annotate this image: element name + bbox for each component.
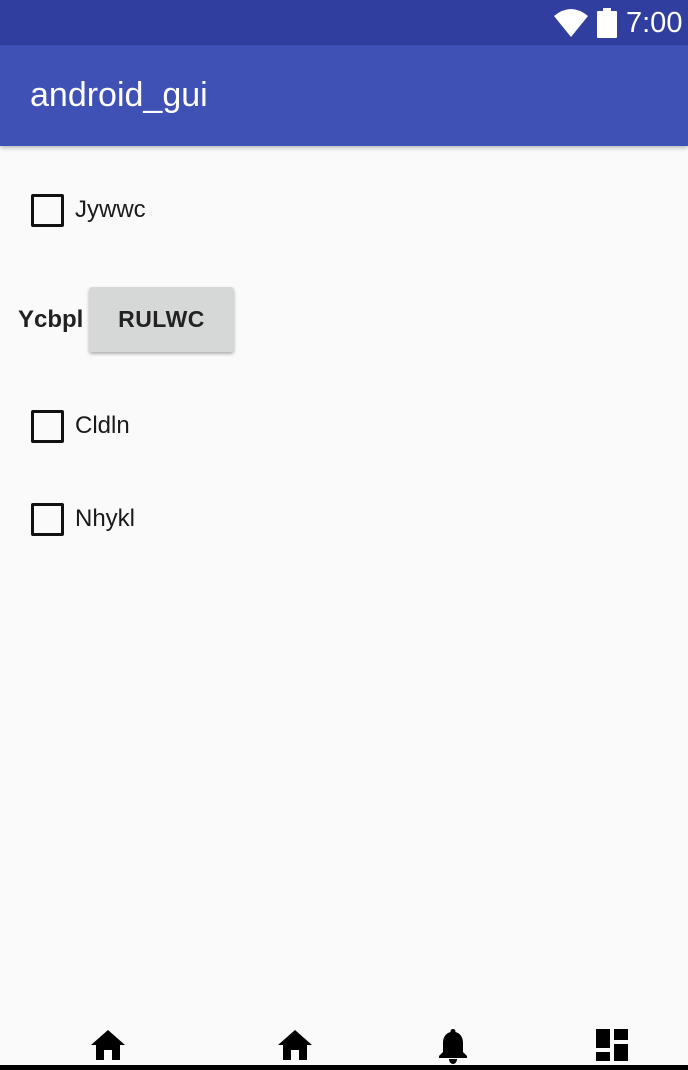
checkbox-jywwc[interactable]: Jywwc <box>22 185 146 235</box>
bottom-nav-bar <box>0 1018 688 1070</box>
status-time: 7:00 <box>626 7 683 39</box>
dashboard-icon[interactable] <box>593 1026 631 1064</box>
status-bar: 7:00 <box>0 0 688 45</box>
checkbox-label: Jywwc <box>75 196 146 223</box>
home-icon[interactable] <box>276 1026 314 1064</box>
checkbox-box[interactable] <box>31 502 64 536</box>
checkbox-label: Cldln <box>75 412 130 439</box>
checkbox-cldln[interactable]: Cldln <box>22 401 130 451</box>
app-bar: android_gui <box>0 45 688 146</box>
app-title: android_gui <box>30 76 208 114</box>
nav-bar-divider <box>0 1065 688 1070</box>
checkbox-nhykl[interactable]: Nhykl <box>22 494 135 544</box>
wifi-icon <box>554 9 588 37</box>
rulwc-button[interactable]: RULWC <box>89 287 234 352</box>
checkbox-label: Nhykl <box>75 505 136 532</box>
home-icon[interactable] <box>89 1026 127 1064</box>
field-label: Ycbpl <box>18 306 84 333</box>
screen: 7:00 android_gui Jywwc Ycbpl RULWC Cldln… <box>0 0 688 1070</box>
checkbox-box[interactable] <box>31 409 64 443</box>
battery-icon <box>597 8 617 38</box>
bell-icon[interactable] <box>434 1026 472 1064</box>
checkbox-box[interactable] <box>31 193 64 227</box>
